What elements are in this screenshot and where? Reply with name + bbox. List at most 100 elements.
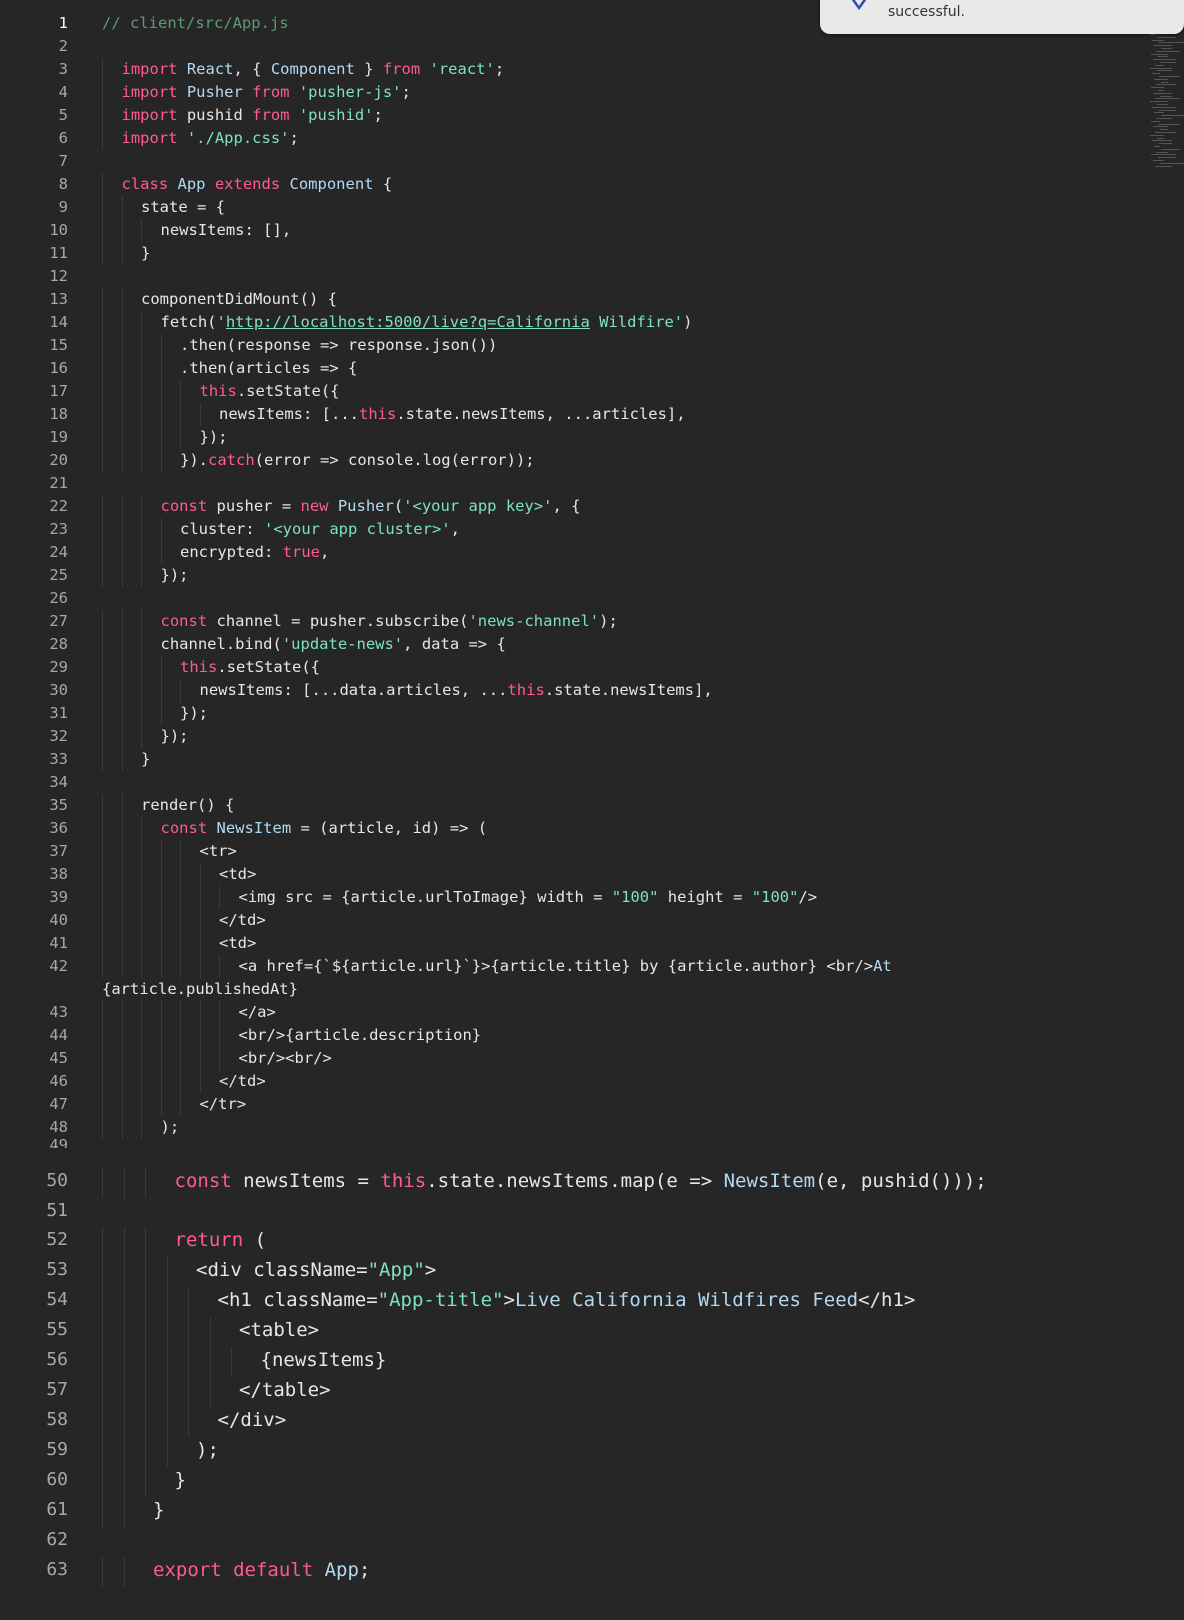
code-token: .then(response => response.json()) bbox=[180, 336, 498, 354]
code-line[interactable]: channel.bind('update-news', data => { bbox=[161, 635, 506, 653]
code-line[interactable]: state = { bbox=[141, 198, 225, 216]
code-line[interactable]: <br/><br/> bbox=[239, 1049, 332, 1067]
indent-guide bbox=[141, 840, 142, 863]
code-line[interactable]: }); bbox=[161, 727, 189, 745]
indent-guide bbox=[102, 334, 103, 357]
code-line[interactable]: newsItems: [...this.state.newsItems, ...… bbox=[219, 405, 686, 423]
indent-guide bbox=[102, 357, 103, 380]
code-line[interactable]: }); bbox=[161, 566, 189, 584]
indent-guide bbox=[141, 1024, 142, 1047]
code-line[interactable]: cluster: '<your app cluster>', bbox=[180, 520, 460, 538]
code-line[interactable]: this.setState({ bbox=[200, 382, 340, 400]
code-line[interactable]: } bbox=[141, 244, 150, 262]
code-line[interactable]: import Pusher from 'pusher-js'; bbox=[122, 83, 411, 101]
indent-guide bbox=[102, 173, 103, 196]
code-line[interactable]: </table> bbox=[239, 1379, 331, 1401]
code-token: // client/src/App.js bbox=[102, 14, 289, 32]
indent-guide bbox=[102, 564, 103, 587]
indent-guide bbox=[121, 886, 123, 909]
code-token: </h1> bbox=[858, 1289, 916, 1311]
indent-guide bbox=[102, 1347, 103, 1377]
code-token: newsItems = bbox=[243, 1170, 381, 1192]
indent-guide bbox=[121, 702, 123, 725]
code-line[interactable]: <a href={`${article.url}`}>{article.titl… bbox=[239, 957, 892, 975]
code-token: componentDidMount() { bbox=[141, 290, 337, 308]
code-line[interactable]: class App extends Component { bbox=[122, 175, 393, 193]
minimap-line bbox=[1150, 34, 1156, 35]
code-line[interactable]: import './App.css'; bbox=[122, 129, 299, 147]
code-line[interactable]: fetch('http://localhost:5000/live?q=Cali… bbox=[161, 313, 693, 331]
code-line[interactable]: <td> bbox=[219, 934, 256, 952]
indent-guide bbox=[180, 932, 181, 955]
code-line[interactable]: }).catch(error => console.log(error)); bbox=[180, 451, 535, 469]
code-line[interactable]: encrypted: true, bbox=[180, 543, 329, 561]
code-line[interactable]: const channel = pusher.subscribe('news-c… bbox=[161, 612, 618, 630]
code-line[interactable]: newsItems: [...data.articles, ...this.st… bbox=[200, 681, 713, 699]
code-token: this bbox=[380, 1170, 427, 1192]
indent-guide bbox=[141, 633, 142, 656]
minimap[interactable] bbox=[1146, 34, 1184, 174]
code-editor[interactable]: 1 2 3 4 5 6 7 8 9 10 11 12 13 14 15 16 17 18 19 20 21 22 23 24 2… bbox=[0, 0, 1184, 1620]
code-line[interactable]: } bbox=[153, 1499, 164, 1521]
code-line[interactable]: componentDidMount() { bbox=[141, 290, 337, 308]
code-line[interactable]: return ( bbox=[175, 1229, 267, 1251]
code-token: from bbox=[382, 60, 430, 78]
indent-guide bbox=[180, 1047, 181, 1070]
indent-guide bbox=[121, 840, 123, 863]
code-line[interactable]: <td> bbox=[219, 865, 256, 883]
code-line[interactable]: <br/>{article.description} bbox=[239, 1026, 482, 1044]
code-line[interactable]: <tr> bbox=[200, 842, 237, 860]
indent-guide bbox=[180, 1001, 181, 1024]
indent-guide bbox=[141, 518, 142, 541]
code-token: (e, pushid())); bbox=[815, 1170, 987, 1192]
code-token: .state.newsItems, ...articles], bbox=[396, 405, 686, 423]
code-line[interactable]: this.setState({ bbox=[180, 658, 320, 676]
indent-guide bbox=[141, 1070, 142, 1093]
code-line[interactable]: </a> bbox=[239, 1003, 276, 1021]
code-line[interactable]: .then(articles => { bbox=[180, 359, 357, 377]
minimap-line bbox=[1160, 129, 1168, 131]
code-line[interactable]: {newsItems} bbox=[261, 1349, 387, 1371]
code-token: this bbox=[199, 382, 237, 400]
code-line[interactable]: ); bbox=[161, 1118, 180, 1136]
code-line[interactable]: </tr> bbox=[200, 1095, 247, 1113]
code-line[interactable]: <img src = {article.urlToImage} width = … bbox=[239, 888, 818, 906]
code-line[interactable]: } bbox=[141, 750, 150, 768]
code-line[interactable]: }); bbox=[180, 704, 208, 722]
code-line[interactable]: </td> bbox=[219, 1072, 266, 1090]
code-line[interactable]: <h1 className="App-title">Live Californi… bbox=[218, 1289, 916, 1311]
code-line[interactable]: import React, { Component } from 'react'… bbox=[122, 60, 505, 78]
code-token: true bbox=[282, 543, 320, 561]
indent-guide bbox=[166, 1257, 168, 1287]
code-line[interactable]: {article.publishedAt} bbox=[102, 980, 298, 998]
notification-banner[interactable]: successful. bbox=[820, 0, 1184, 34]
code-line[interactable]: } bbox=[175, 1469, 186, 1491]
code-line[interactable]: import pushid from 'pushid'; bbox=[122, 106, 383, 124]
code-line[interactable]: // client/src/App.js bbox=[102, 14, 289, 32]
code-token: "100" bbox=[751, 888, 799, 906]
indent-guide bbox=[188, 1317, 189, 1347]
code-line[interactable]: </div> bbox=[218, 1409, 287, 1431]
star-icon bbox=[851, 0, 867, 11]
code-line[interactable]: newsItems: [], bbox=[161, 221, 292, 239]
code-line[interactable]: </td> bbox=[219, 911, 266, 929]
code-line[interactable]: <div className="App"> bbox=[196, 1259, 436, 1281]
code-line[interactable]: export default App; bbox=[153, 1559, 370, 1581]
code-line[interactable]: }); bbox=[200, 428, 228, 446]
code-line[interactable]: const pusher = new Pusher('<your app key… bbox=[161, 497, 581, 515]
code-token: ' bbox=[216, 313, 226, 331]
code-line[interactable]: .then(response => response.json()) bbox=[180, 336, 497, 354]
code-line[interactable]: render() { bbox=[141, 796, 234, 814]
indent-guide bbox=[121, 909, 123, 932]
code-token: cluster: bbox=[180, 520, 264, 538]
minimap-line bbox=[1151, 53, 1168, 55]
minimap-line bbox=[1160, 95, 1172, 97]
minimap-line bbox=[1155, 98, 1180, 100]
code-line[interactable]: ); bbox=[196, 1439, 219, 1461]
code-line[interactable]: <table> bbox=[239, 1319, 319, 1341]
code-line[interactable]: const newsItems = this.state.newsItems.m… bbox=[175, 1170, 987, 1192]
minimap-line bbox=[1155, 132, 1176, 133]
code-line[interactable]: const NewsItem = (article, id) => ( bbox=[161, 819, 488, 837]
code-area[interactable]: // client/src/App.js import React, { Comp… bbox=[0, 0, 1150, 1620]
